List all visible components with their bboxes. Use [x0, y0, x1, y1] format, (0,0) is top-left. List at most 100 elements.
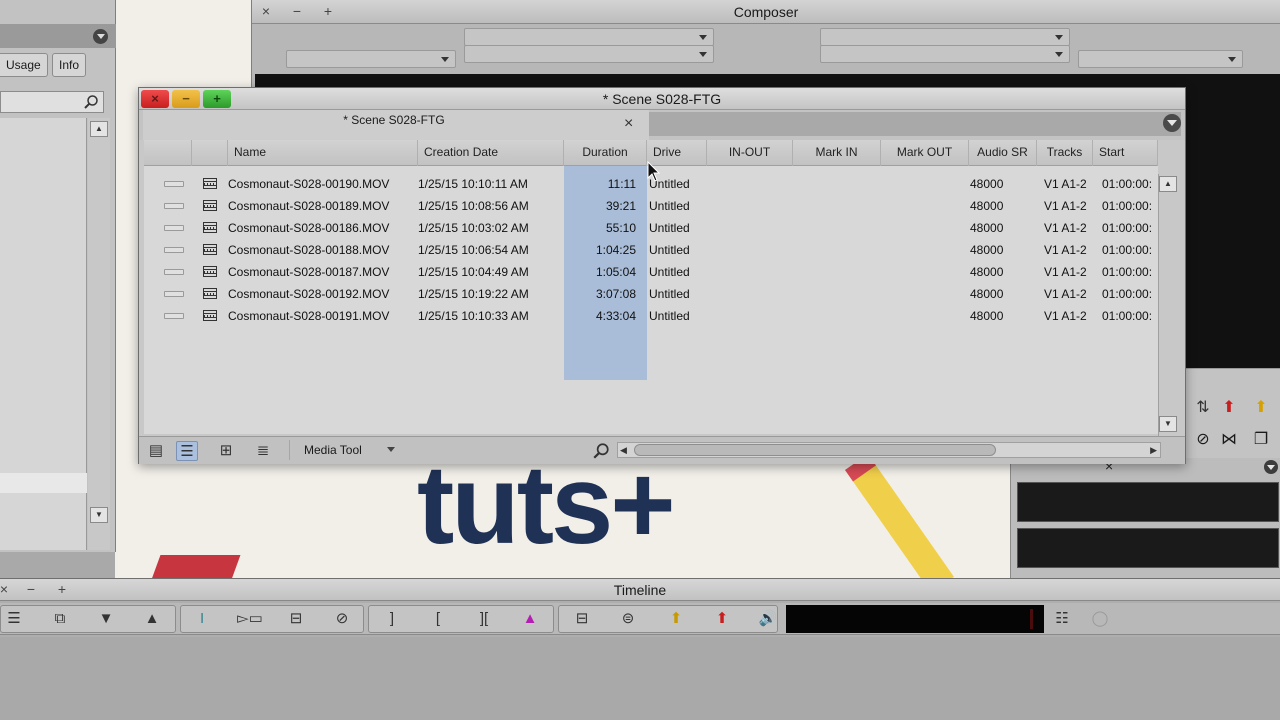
- cell-name[interactable]: Cosmonaut-S028-00190.MOV: [228, 173, 414, 195]
- bin-search-icon[interactable]: [592, 442, 610, 460]
- table-row[interactable]: Cosmonaut-S028-00187.MOV 1/25/15 10:04:49…: [144, 261, 1158, 283]
- bin-scroll-down-icon[interactable]: ▼: [1159, 416, 1177, 432]
- no-entry-icon[interactable]: ⊘: [320, 606, 364, 632]
- composer-clip-name-menu-1[interactable]: [464, 28, 714, 46]
- column-header-start[interactable]: Start: [1093, 140, 1158, 166]
- overwrite-icon[interactable]: ⇅: [1190, 397, 1216, 419]
- cell-tracks[interactable]: V1 A1-2: [1044, 195, 1093, 217]
- add-locator-icon[interactable]: ▲: [508, 606, 552, 632]
- cell-tracks[interactable]: V1 A1-2: [1044, 305, 1093, 327]
- timeline-up-icon[interactable]: ▲: [130, 606, 174, 632]
- clip-color-swatch[interactable]: [164, 313, 184, 319]
- timeline-source-icon[interactable]: ⧉: [38, 606, 82, 632]
- column-header-tracks[interactable]: Tracks: [1037, 140, 1093, 166]
- scroll-right-arrow-icon[interactable]: ▶: [1150, 443, 1157, 457]
- horizontal-scroll-thumb[interactable]: [634, 444, 996, 456]
- timeline-timecode-display[interactable]: [786, 605, 1044, 633]
- timecode-display-2[interactable]: [1017, 528, 1279, 568]
- cell-start[interactable]: 01:00:00:: [1102, 173, 1158, 195]
- table-row[interactable]: Cosmonaut-S028-00188.MOV 1/25/15 10:06:54…: [144, 239, 1158, 261]
- cell-audio-sr[interactable]: 48000: [970, 217, 1022, 239]
- cell-duration[interactable]: 4:33:04: [564, 305, 636, 327]
- cell-tracks[interactable]: V1 A1-2: [1044, 173, 1093, 195]
- cell-start[interactable]: 01:00:00:: [1102, 305, 1158, 327]
- scroll-left-arrow-icon[interactable]: ◀: [620, 443, 627, 457]
- tab-info[interactable]: Info: [52, 53, 87, 77]
- bin-view-select[interactable]: Media Tool: [289, 440, 399, 460]
- cell-creation-date[interactable]: 1/25/15 10:08:56 AM: [418, 195, 562, 217]
- cell-duration[interactable]: 39:21: [564, 195, 636, 217]
- cell-audio-sr[interactable]: 48000: [970, 305, 1022, 327]
- mark-clip-icon[interactable]: ][: [462, 606, 506, 632]
- master-clip-icon[interactable]: [203, 222, 217, 233]
- bin-fast-menu-icon[interactable]: [1163, 114, 1181, 132]
- table-row[interactable]: Cosmonaut-S028-00189.MOV 1/25/15 10:08:56…: [144, 195, 1158, 217]
- frame-view-icon[interactable]: ▤: [145, 441, 167, 461]
- cell-drive[interactable]: Untitled: [649, 217, 707, 239]
- cell-start[interactable]: 01:00:00:: [1102, 217, 1158, 239]
- play-in-icon[interactable]: ⏽: [180, 606, 224, 632]
- timecode-menu-chevron-icon[interactable]: [1263, 459, 1279, 475]
- cell-creation-date[interactable]: 1/25/15 10:10:33 AM: [418, 305, 562, 327]
- table-row[interactable]: Cosmonaut-S028-00191.MOV 1/25/15 10:10:33…: [144, 305, 1158, 327]
- cell-name[interactable]: Cosmonaut-S028-00186.MOV: [228, 217, 414, 239]
- splice-icon[interactable]: ⊟: [560, 606, 604, 632]
- tab-usage[interactable]: Usage: [0, 53, 48, 77]
- copy-icon[interactable]: ❐: [1248, 429, 1274, 451]
- master-clip-icon[interactable]: [203, 178, 217, 189]
- clip-color-swatch[interactable]: [164, 247, 184, 253]
- table-row[interactable]: Cosmonaut-S028-00186.MOV 1/25/15 10:03:02…: [144, 217, 1158, 239]
- script-view-icon[interactable]: ⊞: [215, 441, 237, 461]
- column-header-name[interactable]: Name: [228, 140, 418, 166]
- cell-start[interactable]: 01:00:00:: [1102, 195, 1158, 217]
- master-clip-icon[interactable]: [203, 310, 217, 321]
- column-header-duration[interactable]: Duration: [564, 140, 647, 166]
- cell-tracks[interactable]: V1 A1-2: [1044, 239, 1093, 261]
- storyboard-view-icon[interactable]: ≣: [252, 441, 274, 461]
- audio-speaker-icon[interactable]: 🔊: [746, 606, 790, 632]
- cell-start[interactable]: 01:00:00:: [1102, 239, 1158, 261]
- bin-horizontal-scrollbar[interactable]: ◀ ▶: [617, 442, 1161, 458]
- project-menu-chevron-icon[interactable]: [93, 29, 108, 44]
- mark-out-icon[interactable]: ]: [370, 606, 414, 632]
- selected-bin-row[interactable]: [0, 473, 87, 493]
- frame-step-icon[interactable]: ▻▭: [228, 606, 272, 632]
- cell-audio-sr[interactable]: 48000: [970, 283, 1022, 305]
- cell-start[interactable]: 01:00:00:: [1102, 261, 1158, 283]
- cell-creation-date[interactable]: 1/25/15 10:19:22 AM: [418, 283, 562, 305]
- master-clip-icon[interactable]: [203, 288, 217, 299]
- cell-tracks[interactable]: V1 A1-2: [1044, 261, 1093, 283]
- timecode-display-1[interactable]: [1017, 482, 1279, 522]
- mark-in-icon[interactable]: [: [416, 606, 460, 632]
- timeline-settings-icon[interactable]: ☰: [0, 606, 36, 632]
- segment-mode-icon[interactable]: ⊟: [274, 606, 318, 632]
- column-header-creation-date[interactable]: Creation Date: [418, 140, 564, 166]
- cell-duration[interactable]: 11:11: [564, 173, 636, 195]
- column-header-color[interactable]: [144, 140, 192, 166]
- composer-source-menu[interactable]: [286, 50, 456, 68]
- scroll-down-arrow-icon[interactable]: ▼: [90, 507, 108, 523]
- bin-tab-scene[interactable]: * Scene S028-FTG ×: [143, 110, 649, 140]
- cell-tracks[interactable]: V1 A1-2: [1044, 283, 1093, 305]
- table-row[interactable]: Cosmonaut-S028-00192.MOV 1/25/15 10:19:22…: [144, 283, 1158, 305]
- cell-audio-sr[interactable]: 48000: [970, 195, 1022, 217]
- cell-audio-sr[interactable]: 48000: [970, 261, 1022, 283]
- master-clip-icon[interactable]: [203, 200, 217, 211]
- cell-creation-date[interactable]: 1/25/15 10:03:02 AM: [418, 217, 562, 239]
- cell-start[interactable]: 01:00:00:: [1102, 283, 1158, 305]
- extract-icon[interactable]: ⬆: [654, 606, 698, 632]
- bin-scroll-up-icon[interactable]: ▲: [1159, 176, 1177, 192]
- cell-creation-date[interactable]: 1/25/15 10:06:54 AM: [418, 239, 562, 261]
- cell-name[interactable]: Cosmonaut-S028-00189.MOV: [228, 195, 414, 217]
- lift-icon[interactable]: ⬆: [700, 606, 744, 632]
- bin-titlebar[interactable]: × − + * Scene S028-FTG: [139, 88, 1185, 110]
- cell-drive[interactable]: Untitled: [649, 239, 707, 261]
- trim-icon[interactable]: ⋈: [1216, 429, 1242, 451]
- cell-drive[interactable]: Untitled: [649, 283, 707, 305]
- column-header-icon[interactable]: [192, 140, 228, 166]
- clip-color-swatch[interactable]: [164, 225, 184, 231]
- cell-audio-sr[interactable]: 48000: [970, 239, 1022, 261]
- clip-color-swatch[interactable]: [164, 203, 184, 209]
- cell-name[interactable]: Cosmonaut-S028-00187.MOV: [228, 261, 414, 283]
- cell-duration[interactable]: 1:04:25: [564, 239, 636, 261]
